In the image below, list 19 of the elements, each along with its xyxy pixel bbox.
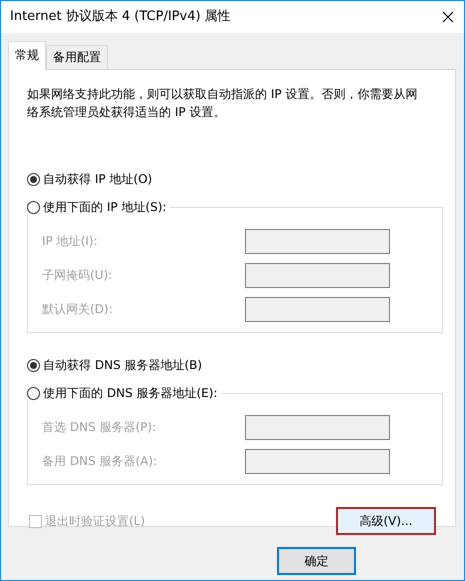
tab[interactable]: 备用配置 [46, 45, 108, 69]
field-label: 首选 DNS 服务器(P): [42, 419, 156, 436]
radio-button[interactable] [27, 358, 40, 372]
field-label: 子网掩码(U): [42, 267, 112, 284]
window-title: Internet 协议版本 4 (TCP/IPv4) 属性 [10, 8, 231, 26]
field-label: 默认网关(D): [42, 301, 113, 318]
radio-label[interactable]: 自动获得 DNS 服务器地址(B) [43, 357, 202, 373]
radio-button[interactable] [27, 386, 40, 400]
radio-label[interactable]: 使用下面的 IP 地址(S): [43, 199, 166, 215]
field-label: 备用 DNS 服务器(A): [42, 453, 158, 470]
advanced-button[interactable]: 高级(V)... [336, 507, 436, 535]
field-label: IP 地址(I): [42, 233, 98, 250]
close-icon[interactable] [442, 11, 454, 23]
radio-button[interactable] [27, 200, 40, 214]
tab[interactable]: 常规 [8, 41, 46, 70]
radio-button[interactable] [27, 172, 40, 186]
description-text: 如果网络支持此功能，则可以获取自动指派的 IP 设置。否则，你需要从网络系统管理员处获得适当的 IP 设置。 [27, 86, 418, 121]
radio-label[interactable]: 自动获得 IP 地址(O) [43, 171, 152, 187]
ok-button[interactable]: 确定 [277, 547, 356, 575]
